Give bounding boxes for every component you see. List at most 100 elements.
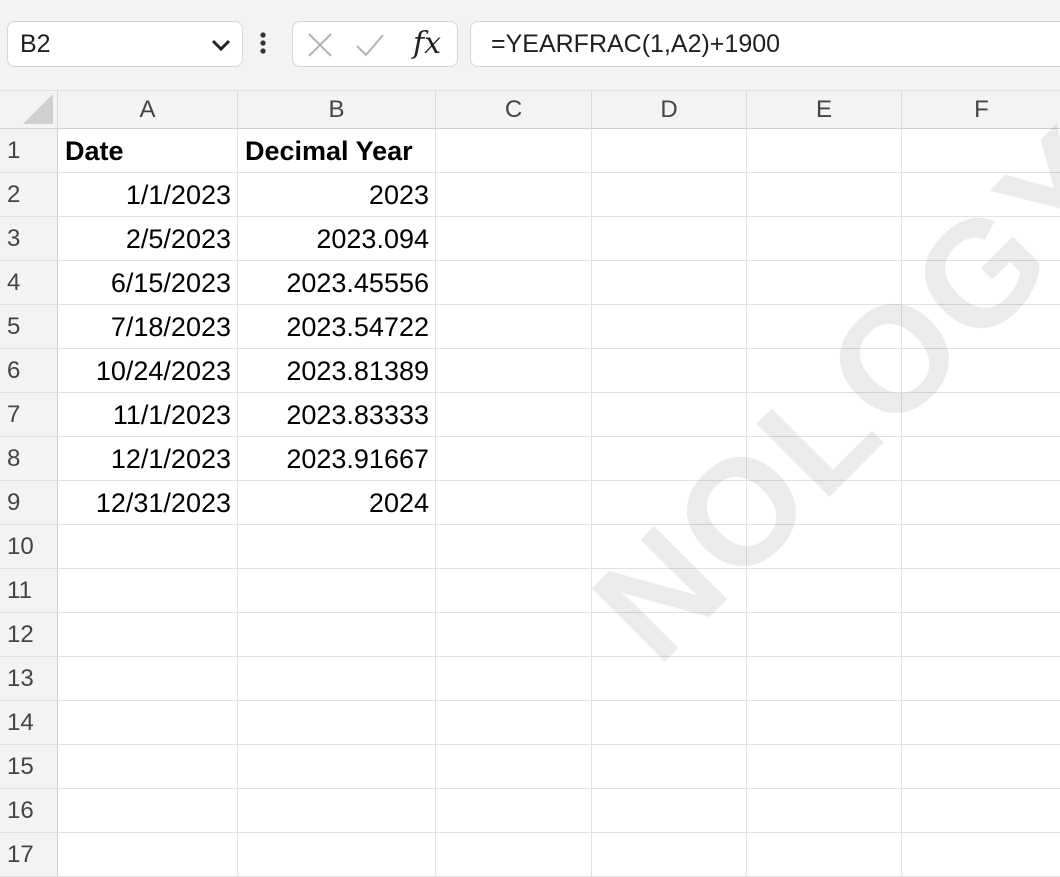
cell-a6[interactable]: 10/24/2023: [58, 349, 238, 393]
cell-b11[interactable]: [238, 569, 436, 613]
row-header-14[interactable]: 14: [0, 701, 58, 745]
cell-b2[interactable]: 2023: [238, 173, 436, 217]
cell-e13[interactable]: [747, 657, 902, 701]
cell-d3[interactable]: [592, 217, 747, 261]
enter-check-icon[interactable]: [355, 32, 385, 58]
row-header-6[interactable]: 6: [0, 349, 58, 393]
cell-b17[interactable]: [238, 833, 436, 877]
cell-b8[interactable]: 2023.91667: [238, 437, 436, 481]
cell-c3[interactable]: [436, 217, 592, 261]
cell-c16[interactable]: [436, 789, 592, 833]
cell-d11[interactable]: [592, 569, 747, 613]
column-header-c[interactable]: C: [436, 91, 592, 129]
column-header-b[interactable]: B: [238, 91, 436, 129]
cell-f11[interactable]: [902, 569, 1060, 613]
insert-function-button[interactable]: fx: [413, 26, 441, 61]
cell-a8[interactable]: 12/1/2023: [58, 437, 238, 481]
cell-a3[interactable]: 2/5/2023: [58, 217, 238, 261]
cell-f17[interactable]: [902, 833, 1060, 877]
cell-d2[interactable]: [592, 173, 747, 217]
cell-b15[interactable]: [238, 745, 436, 789]
row-header-9[interactable]: 9: [0, 481, 58, 525]
cell-a14[interactable]: [58, 701, 238, 745]
cell-c5[interactable]: [436, 305, 592, 349]
chevron-down-icon[interactable]: [210, 36, 232, 54]
cell-a15[interactable]: [58, 745, 238, 789]
cancel-icon[interactable]: [307, 32, 333, 58]
cell-f1[interactable]: [902, 129, 1060, 173]
cell-a5[interactable]: 7/18/2023: [58, 305, 238, 349]
cell-f12[interactable]: [902, 613, 1060, 657]
cell-f13[interactable]: [902, 657, 1060, 701]
cell-a16[interactable]: [58, 789, 238, 833]
cell-b6[interactable]: 2023.81389: [238, 349, 436, 393]
row-header-4[interactable]: 4: [0, 261, 58, 305]
cell-c1[interactable]: [436, 129, 592, 173]
column-header-a[interactable]: A: [58, 91, 238, 129]
row-header-15[interactable]: 15: [0, 745, 58, 789]
cell-e12[interactable]: [747, 613, 902, 657]
row-header-2[interactable]: 2: [0, 173, 58, 217]
cell-b10[interactable]: [238, 525, 436, 569]
cell-e16[interactable]: [747, 789, 902, 833]
cell-a11[interactable]: [58, 569, 238, 613]
cell-a4[interactable]: 6/15/2023: [58, 261, 238, 305]
cell-a17[interactable]: [58, 833, 238, 877]
cell-c4[interactable]: [436, 261, 592, 305]
cell-d15[interactable]: [592, 745, 747, 789]
cell-e11[interactable]: [747, 569, 902, 613]
row-header-11[interactable]: 11: [0, 569, 58, 613]
row-header-17[interactable]: 17: [0, 833, 58, 877]
cell-a13[interactable]: [58, 657, 238, 701]
cell-c10[interactable]: [436, 525, 592, 569]
cell-d10[interactable]: [592, 525, 747, 569]
cell-a12[interactable]: [58, 613, 238, 657]
cell-d1[interactable]: [592, 129, 747, 173]
cell-d17[interactable]: [592, 833, 747, 877]
cell-f8[interactable]: [902, 437, 1060, 481]
cell-b12[interactable]: [238, 613, 436, 657]
row-header-5[interactable]: 5: [0, 305, 58, 349]
row-header-8[interactable]: 8: [0, 437, 58, 481]
cell-c12[interactable]: [436, 613, 592, 657]
cell-e5[interactable]: [747, 305, 902, 349]
cell-d5[interactable]: [592, 305, 747, 349]
row-header-16[interactable]: 16: [0, 789, 58, 833]
cell-e9[interactable]: [747, 481, 902, 525]
cell-b9[interactable]: 2024: [238, 481, 436, 525]
cell-e14[interactable]: [747, 701, 902, 745]
cell-f2[interactable]: [902, 173, 1060, 217]
cell-e15[interactable]: [747, 745, 902, 789]
cell-d6[interactable]: [592, 349, 747, 393]
cell-e2[interactable]: [747, 173, 902, 217]
cell-d9[interactable]: [592, 481, 747, 525]
row-header-10[interactable]: 10: [0, 525, 58, 569]
cell-f3[interactable]: [902, 217, 1060, 261]
cell-e4[interactable]: [747, 261, 902, 305]
row-header-13[interactable]: 13: [0, 657, 58, 701]
cell-b5[interactable]: 2023.54722: [238, 305, 436, 349]
cell-d13[interactable]: [592, 657, 747, 701]
cell-f4[interactable]: [902, 261, 1060, 305]
cell-b13[interactable]: [238, 657, 436, 701]
cell-c14[interactable]: [436, 701, 592, 745]
cell-c6[interactable]: [436, 349, 592, 393]
column-header-f[interactable]: F: [902, 91, 1060, 129]
row-header-12[interactable]: 12: [0, 613, 58, 657]
cell-a7[interactable]: 11/1/2023: [58, 393, 238, 437]
cell-c13[interactable]: [436, 657, 592, 701]
cell-b3[interactable]: 2023.094: [238, 217, 436, 261]
cell-b16[interactable]: [238, 789, 436, 833]
cell-c8[interactable]: [436, 437, 592, 481]
cell-f10[interactable]: [902, 525, 1060, 569]
cell-e7[interactable]: [747, 393, 902, 437]
cell-a9[interactable]: 12/31/2023: [58, 481, 238, 525]
cell-a10[interactable]: [58, 525, 238, 569]
cell-f5[interactable]: [902, 305, 1060, 349]
cell-f15[interactable]: [902, 745, 1060, 789]
cell-c17[interactable]: [436, 833, 592, 877]
cell-b4[interactable]: 2023.45556: [238, 261, 436, 305]
cell-a1[interactable]: Date: [58, 129, 238, 173]
cell-c11[interactable]: [436, 569, 592, 613]
cell-e8[interactable]: [747, 437, 902, 481]
